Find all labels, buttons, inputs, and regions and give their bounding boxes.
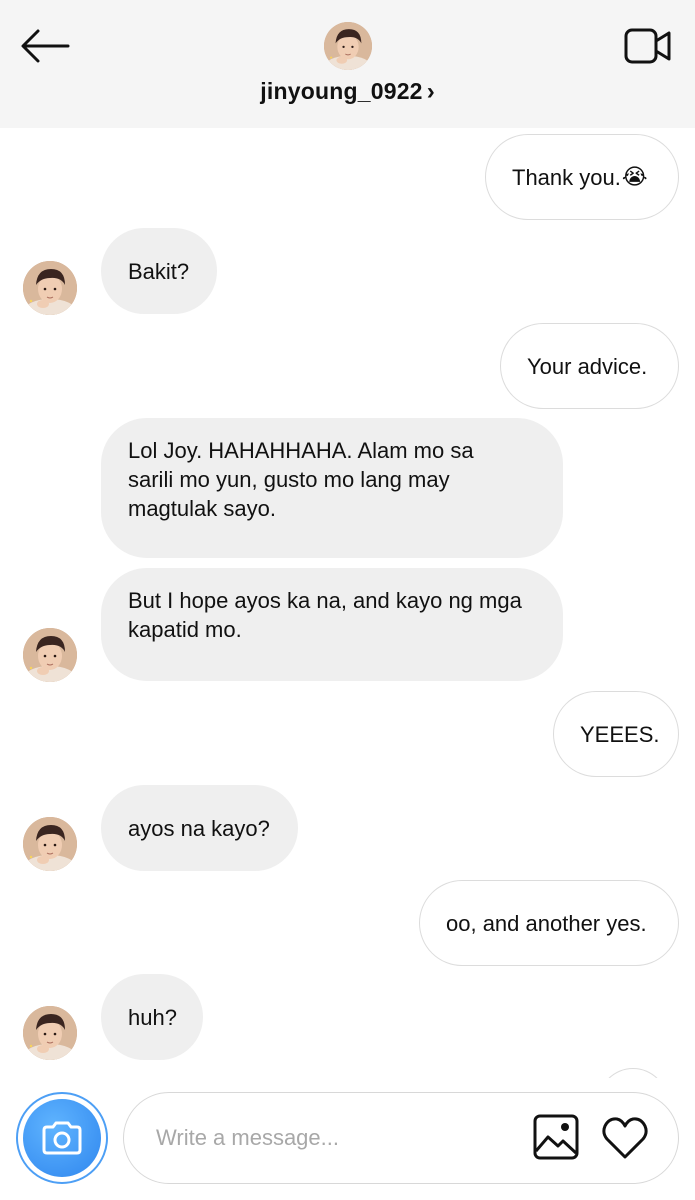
- outgoing-message: YEEES.: [553, 691, 679, 777]
- back-button[interactable]: [20, 28, 72, 64]
- message-text: YEEES.: [580, 721, 660, 747]
- sender-avatar[interactable]: [23, 261, 77, 315]
- camera-button[interactable]: [16, 1092, 108, 1184]
- header-avatar[interactable]: [324, 22, 372, 70]
- arrow-left-icon: [21, 29, 70, 63]
- sender-avatar[interactable]: [23, 628, 77, 682]
- outgoing-message: Your advice.: [500, 323, 679, 409]
- message-text: Thank you.: [512, 164, 621, 190]
- message-text: ayos na kayo?: [128, 815, 270, 841]
- crying-emoji-icon: 😭: [621, 164, 648, 190]
- video-camera-icon: [624, 28, 671, 64]
- message-line: kapatid mo.: [128, 617, 242, 642]
- message-line: magtulak sayo.: [128, 496, 276, 521]
- sender-avatar[interactable]: [23, 1006, 77, 1060]
- message-composer: [0, 1078, 695, 1200]
- username: jinyoung_0922: [260, 78, 423, 104]
- outgoing-message: Thank you. 😭: [485, 134, 679, 220]
- heart-icon: [602, 1117, 648, 1159]
- profile-photo: [23, 261, 77, 315]
- profile-photo: [23, 1006, 77, 1060]
- message-line: But I hope ayos ka na, and kayo ng mga: [128, 588, 522, 613]
- profile-photo: [23, 628, 77, 682]
- outgoing-message-partial: [598, 1068, 668, 1078]
- message-input[interactable]: [154, 1093, 518, 1183]
- message-thread[interactable]: Thank you. 😭 Bakit? Your advice. Lol Joy.…: [0, 128, 695, 1078]
- incoming-message: ayos na kayo?: [101, 785, 298, 871]
- message-text: Bakit?: [128, 258, 190, 284]
- message-line: sarili mo yun, gusto mo lang may: [128, 467, 450, 492]
- outgoing-message: oo, and another yes.: [419, 880, 679, 966]
- message-text: huh?: [128, 1004, 177, 1030]
- incoming-message: But I hope ayos ka na, and kayo ng mga k…: [101, 568, 563, 681]
- chat-header: jinyoung_0922 ›: [0, 0, 695, 128]
- message-text: oo, and another yes.: [446, 910, 647, 936]
- image-icon: [533, 1114, 579, 1160]
- incoming-message: huh?: [101, 974, 203, 1060]
- video-call-button[interactable]: [624, 26, 672, 66]
- message-text: Your advice.: [527, 353, 648, 379]
- header-username-link[interactable]: jinyoung_0922 ›: [0, 78, 695, 106]
- like-button[interactable]: [601, 1115, 649, 1161]
- gallery-button[interactable]: [532, 1113, 580, 1161]
- message-input-container: [123, 1092, 679, 1184]
- camera-icon: [42, 1121, 82, 1155]
- incoming-message: Bakit?: [101, 228, 217, 314]
- sender-avatar[interactable]: [23, 817, 77, 871]
- message-line: Lol Joy. HAHAHHAHA. Alam mo sa: [128, 438, 474, 463]
- profile-photo: [23, 817, 77, 871]
- profile-photo: [324, 22, 372, 70]
- incoming-message: Lol Joy. HAHAHHAHA. Alam mo sa sarili mo…: [101, 418, 563, 558]
- camera-button-fill: [23, 1099, 101, 1177]
- chevron-right-icon: ›: [426, 78, 435, 105]
